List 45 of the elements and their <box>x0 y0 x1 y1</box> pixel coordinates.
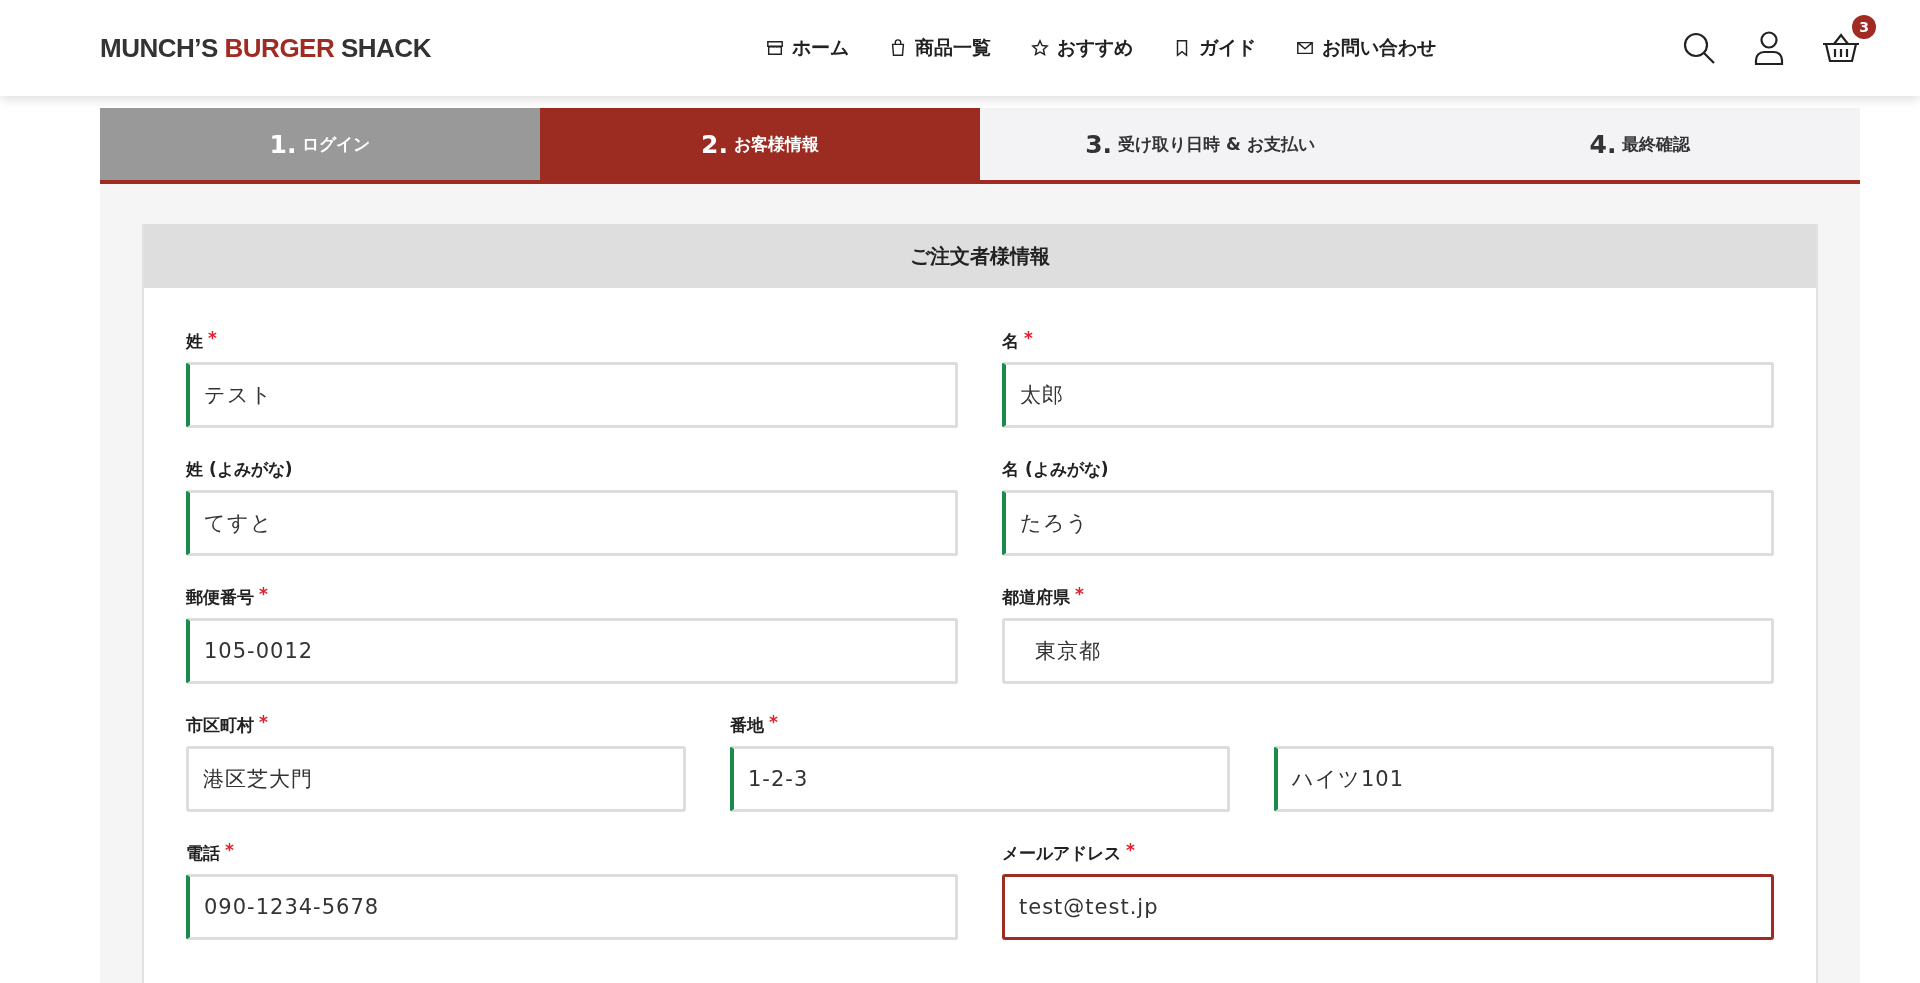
store-icon <box>766 39 785 57</box>
text-input[interactable]: 太郎 <box>1002 362 1774 428</box>
required-mark: * <box>259 586 268 603</box>
text-input[interactable]: 1-2-3 <box>730 746 1230 812</box>
field-label: 電話 <box>186 842 220 865</box>
field-label: 名 (よみがな) <box>1002 458 1109 481</box>
required-mark: * <box>259 714 268 731</box>
field-label: 名 <box>1002 330 1019 353</box>
checkout-step: 1. ログイン <box>100 108 540 180</box>
text-input[interactable]: 105-0012 <box>186 618 958 684</box>
text-input[interactable]: 090-1234-5678 <box>186 874 958 940</box>
form-title: ご注文者様情報 <box>144 224 1816 288</box>
field-label: 市区町村 <box>186 714 254 737</box>
required-mark: * <box>1126 842 1135 859</box>
prefecture-select[interactable]: 東京都 <box>1002 618 1774 684</box>
cart-count-badge: 3 <box>1852 15 1876 39</box>
required-mark: * <box>1024 330 1033 347</box>
field-label: メールアドレス <box>1002 842 1121 865</box>
text-input[interactable]: test@test.jp <box>1002 874 1774 940</box>
nav-link[interactable]: ガイド <box>1173 35 1257 61</box>
nav-link[interactable]: おすすめ <box>1031 35 1134 61</box>
star-icon <box>1031 39 1050 57</box>
text-input[interactable]: ハイツ101 <box>1274 746 1774 812</box>
basket-icon[interactable] <box>1822 33 1860 63</box>
user-icon[interactable] <box>1754 31 1784 65</box>
text-input[interactable]: たろう <box>1002 490 1774 556</box>
text-input[interactable]: 港区芝大門 <box>186 746 686 812</box>
field-label: 姓 <box>186 330 203 353</box>
field-label: 都道府県 <box>1002 586 1070 609</box>
field-label: 姓 (よみがな) <box>186 458 293 481</box>
nav-link[interactable]: お問い合わせ <box>1296 35 1437 61</box>
required-mark: * <box>208 330 217 347</box>
field-label: 番地 <box>730 714 764 737</box>
search-icon[interactable] <box>1682 31 1716 65</box>
checkout-step: 2. お客様情報 <box>540 108 980 180</box>
required-mark: * <box>1075 586 1084 603</box>
logo[interactable]: MUNCH’S BURGER SHACK <box>100 32 431 64</box>
nav-link[interactable]: 商品一覧 <box>889 35 992 61</box>
field-label: 郵便番号 <box>186 586 254 609</box>
mail-icon <box>1296 39 1315 57</box>
text-input[interactable]: てすと <box>186 490 958 556</box>
required-mark: * <box>225 842 234 859</box>
text-input[interactable]: テスト <box>186 362 958 428</box>
nav-link[interactable]: ホーム <box>766 35 850 61</box>
required-mark: * <box>769 714 778 731</box>
